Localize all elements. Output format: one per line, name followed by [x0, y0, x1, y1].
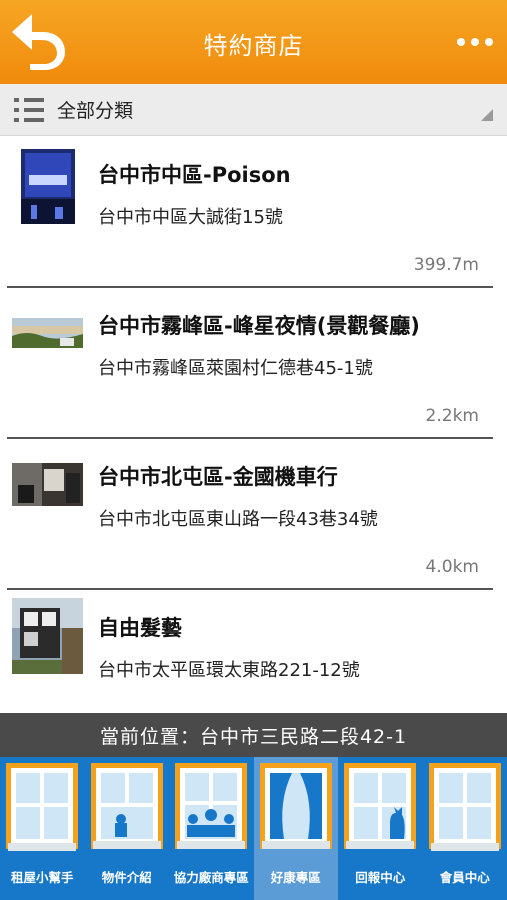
- nav-item-partner-vendors[interactable]: 協力廠商專區: [169, 757, 254, 900]
- store-distance: 399.7m: [413, 255, 479, 275]
- window-flowers-icon: [175, 763, 248, 849]
- store-name: 台中市北屯區-金國機車行: [98, 465, 338, 489]
- nav-label: 會員中心: [439, 870, 490, 885]
- app-header: 特約商店: [0, 0, 507, 84]
- current-location-bar: 當前位置：台中市三民路二段42-1: [0, 713, 507, 757]
- store-list-item[interactable]: 自由髮藝 台中市太平區環太東路221-12號: [7, 590, 493, 712]
- nav-label: 好康專區: [270, 870, 321, 885]
- nav-label: 協力廠商專區: [173, 870, 249, 885]
- nav-label: 租屋小幫手: [10, 870, 74, 885]
- store-list-item[interactable]: 台中市中區-Poison 台中市中區大誠街15號 399.7m: [7, 137, 493, 288]
- list-icon: [14, 97, 44, 122]
- store-name: 台中市中區-Poison: [98, 163, 291, 187]
- category-label: 全部分類: [57, 100, 134, 122]
- store-address: 台中市北屯區東山路一段43巷34號: [98, 509, 378, 530]
- store-name: 台中市霧峰區-峰星夜情(景觀餐廳): [98, 314, 420, 338]
- store-thumbnail: [21, 149, 75, 224]
- nav-label: 回報中心: [355, 870, 406, 885]
- more-menu-button[interactable]: [457, 32, 493, 52]
- window-curtain-icon: [259, 763, 332, 849]
- store-distance: 4.0km: [425, 557, 479, 577]
- store-distance: 2.2km: [425, 406, 479, 426]
- nav-item-rental-helper[interactable]: 租屋小幫手: [0, 757, 85, 900]
- nav-item-deals[interactable]: 好康專區: [253, 757, 338, 900]
- page-title: 特約商店: [203, 32, 304, 60]
- window-cat-icon: [344, 763, 417, 849]
- nav-label: 物件介紹: [101, 870, 152, 885]
- store-thumbnail: [12, 598, 83, 674]
- nav-item-report-center[interactable]: 回報中心: [338, 757, 423, 900]
- dropdown-arrow-icon: [481, 109, 493, 121]
- store-address: 台中市太平區環太東路221-12號: [98, 660, 360, 681]
- store-list-item[interactable]: 台中市霧峰區-峰星夜情(景觀餐廳) 台中市霧峰區萊園村仁德巷45-1號 2.2k…: [7, 288, 493, 439]
- nav-item-member-center[interactable]: 會員中心: [423, 757, 507, 900]
- store-thumbnail: [12, 463, 83, 506]
- store-address: 台中市霧峰區萊園村仁德巷45-1號: [98, 358, 373, 379]
- store-list-item[interactable]: 台中市北屯區-金國機車行 台中市北屯區東山路一段43巷34號 4.0km: [7, 439, 493, 590]
- bottom-nav: 租屋小幫手 物件介紹 協力廠商專區 好康專區 回報中心 會員中心: [0, 757, 507, 900]
- category-selector[interactable]: 全部分類: [0, 84, 507, 136]
- nav-item-listings[interactable]: 物件介紹: [85, 757, 170, 900]
- window-plant-icon: [90, 763, 163, 849]
- window-icon: [6, 763, 79, 851]
- store-list: 台中市中區-Poison 台中市中區大誠街15號 399.7m 台中市霧峰區-峰…: [0, 137, 507, 712]
- store-address: 台中市中區大誠街15號: [98, 207, 283, 228]
- more-dots-icon: [457, 38, 465, 46]
- store-name: 自由髮藝: [98, 616, 182, 640]
- window-icon: [428, 763, 501, 851]
- store-thumbnail: [12, 318, 83, 348]
- current-location-text: 當前位置：台中市三民路二段42-1: [99, 725, 408, 748]
